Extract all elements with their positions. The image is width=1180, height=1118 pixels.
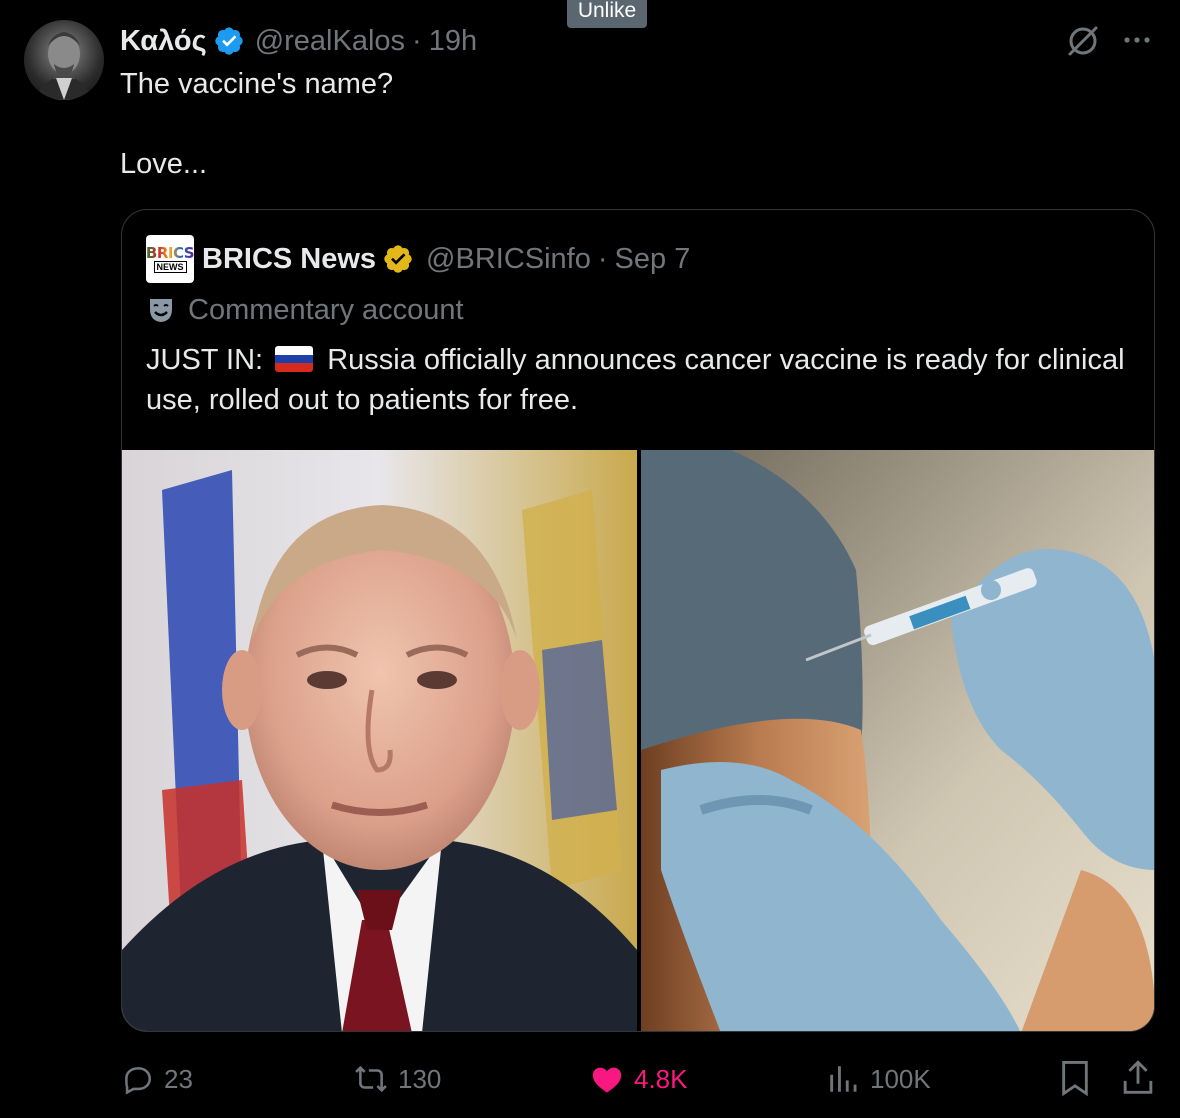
quoted-tweet-time[interactable]: Sep 7 xyxy=(615,243,691,276)
repost-count: 130 xyxy=(398,1063,442,1094)
tweet-text-line-1: The vaccine's name? xyxy=(120,68,394,100)
views-button[interactable]: 100K xyxy=(826,1056,931,1102)
tweet-action-bar: 23 130 4.8K 100K xyxy=(0,1056,1180,1102)
quoted-tweet-text: JUST IN: Russia officially announces can… xyxy=(146,340,1136,420)
verified-badge-icon xyxy=(384,245,412,273)
quoted-author-avatar[interactable]: BRICS NEWS xyxy=(145,235,195,283)
quoted-media-grid xyxy=(122,450,1154,1031)
like-button[interactable]: 4.8K xyxy=(590,1056,688,1102)
quoted-tweet[interactable]: BRICS NEWS BRICS News @BRICSinfo · Sep 7… xyxy=(121,209,1155,1032)
tweet-text: The vaccine's name? Love... xyxy=(120,64,393,184)
bookmark-icon[interactable] xyxy=(1058,1058,1092,1098)
mask-icon xyxy=(150,299,172,322)
quoted-tweet-header: BRICS NEWS BRICS News @BRICSinfo · Sep 7 xyxy=(146,234,690,284)
quoted-author-handle[interactable]: @BRICSinfo xyxy=(426,243,591,276)
media-image-portrait[interactable] xyxy=(122,450,637,1031)
repost-button[interactable]: 130 xyxy=(354,1056,441,1102)
reply-count: 23 xyxy=(164,1063,193,1094)
tweet-text-line-2: Love... xyxy=(120,148,208,180)
like-count: 4.8K xyxy=(634,1063,688,1094)
author-handle[interactable]: @realKalos xyxy=(255,25,405,58)
logo-text-bottom: NEWS xyxy=(153,260,187,273)
views-icon xyxy=(830,1066,857,1092)
heart-icon xyxy=(592,1067,622,1093)
separator-dot: · xyxy=(412,24,422,57)
logo-text-top: BRICS xyxy=(145,243,195,262)
flag-russia-icon xyxy=(275,346,314,372)
grok-icon[interactable] xyxy=(1066,24,1100,58)
tweet-time[interactable]: 19h xyxy=(429,25,477,58)
reply-icon xyxy=(125,1067,152,1095)
views-count: 100K xyxy=(870,1063,931,1094)
media-image-vaccination[interactable] xyxy=(641,450,1154,1031)
reply-button[interactable]: 23 xyxy=(120,1056,193,1102)
quoted-author-display-name[interactable]: BRICS News xyxy=(202,243,376,276)
author-display-name[interactable]: Καλός xyxy=(120,25,207,58)
verified-badge-icon xyxy=(215,27,243,55)
author-avatar[interactable] xyxy=(24,20,104,100)
unlike-tooltip: Unlike xyxy=(567,0,647,28)
quoted-text-prefix: JUST IN: xyxy=(146,344,264,376)
tweet-header: Καλός @realKalos · 19h xyxy=(120,20,477,62)
commentary-account-text: Commentary account xyxy=(188,293,464,326)
repost-icon xyxy=(355,1065,387,1093)
commentary-account-label: Commentary account xyxy=(146,290,464,330)
share-icon[interactable] xyxy=(1120,1058,1156,1098)
more-icon[interactable] xyxy=(1120,28,1154,52)
separator-dot: · xyxy=(597,242,608,275)
